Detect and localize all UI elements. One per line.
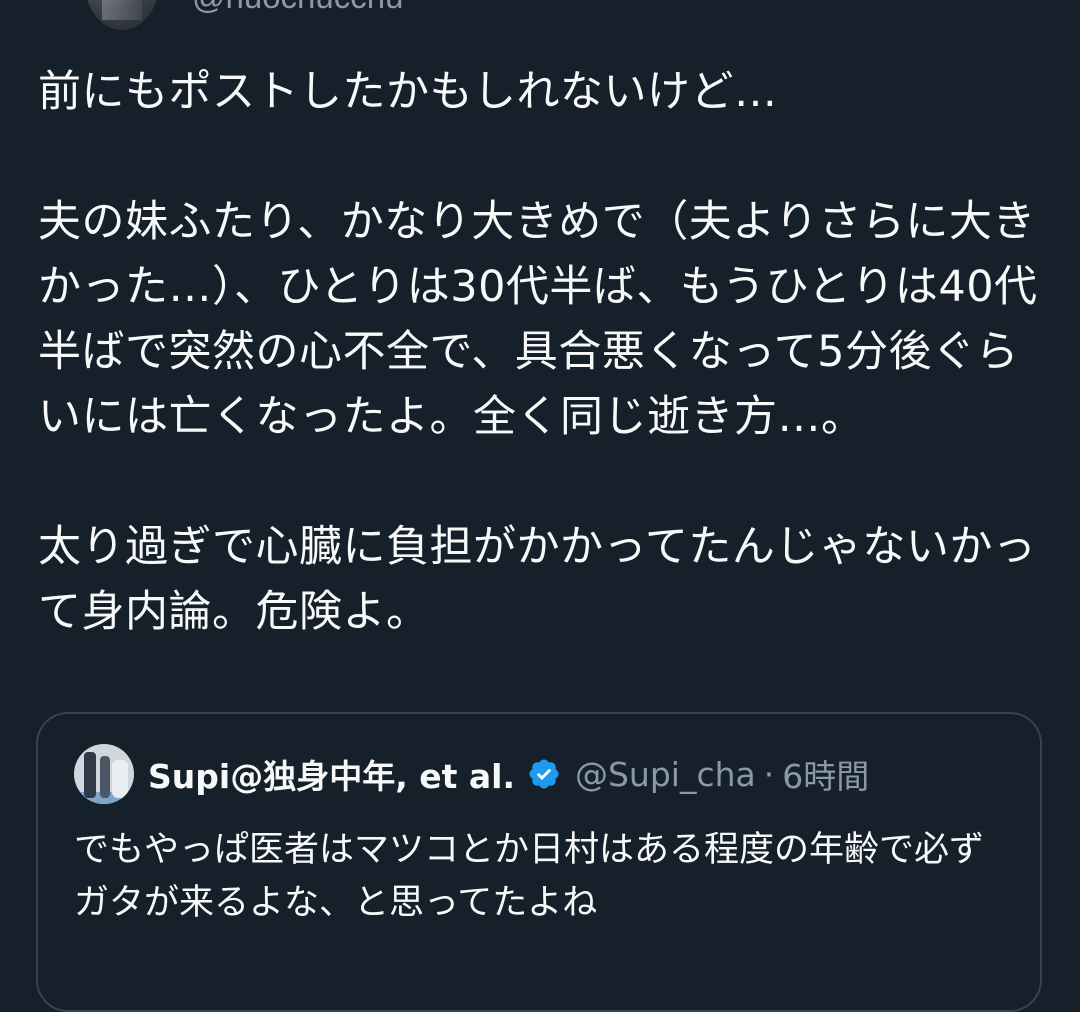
quoted-tweet-timestamp[interactable]: 6時間 (782, 750, 869, 798)
quoted-author-name[interactable]: Supi@独身中年, et al. (148, 750, 515, 798)
quoted-tweet-card[interactable]: Supi@独身中年, et al. @Supi_cha · 6時間 でもやっぱ医… (36, 712, 1042, 1012)
author-avatar[interactable] (84, 0, 160, 30)
quoted-author-avatar[interactable] (74, 744, 134, 804)
author-handle[interactable]: @nuochucchu (192, 0, 403, 16)
quoted-author-handle[interactable]: @Supi_cha (575, 755, 756, 794)
quoted-tweet-text: でもやっぱ医者はマツコとか日村はある程度の年齢で必ずガタが来るよな、と思ってたよ… (74, 830, 985, 923)
quoted-tweet-header: Supi@独身中年, et al. @Supi_cha · 6時間 (74, 744, 869, 804)
tweet-text: 前にもポストしたかもしれないけど… 夫の妹ふたり、かなり大きめで（夫よりさらに大… (38, 67, 1038, 637)
separator-dot: · (763, 754, 775, 794)
verified-badge-icon (527, 757, 561, 791)
